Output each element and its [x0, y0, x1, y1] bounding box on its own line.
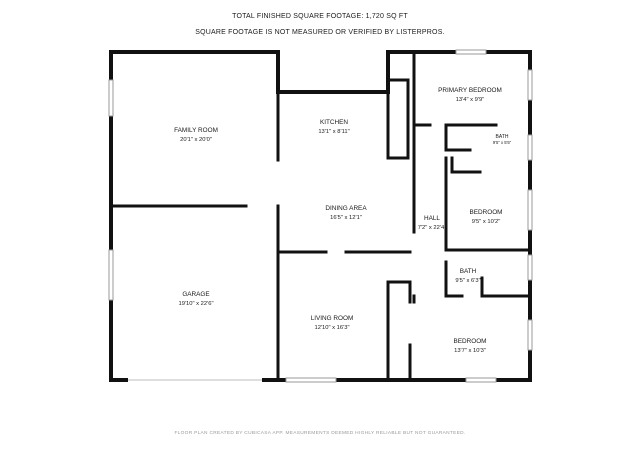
bath-2-label: BATH [460, 268, 477, 275]
kitchen-dimensions: 13'1" x 8'11" [318, 129, 349, 135]
bedroom-3-dimensions: 13'7" x 10'3" [454, 348, 486, 354]
floor-plan-credit: FLOOR PLAN CREATED BY CUBICASA APP. MEAS… [174, 431, 466, 436]
hall-dimensions: 7'2" x 22'4" [418, 225, 447, 231]
primary-bath-dimensions: 9'5" x 5'5" [493, 140, 512, 145]
family-room-label: FAMILY ROOM [174, 127, 218, 134]
hall-label: HALL [424, 215, 440, 222]
floor-plan: FAMILY ROOM 20'1" x 20'0" KITCHEN 13'1" … [108, 49, 533, 383]
bath-2-dimensions: 9'5" x 6'3" [455, 278, 480, 284]
primary-bedroom-label: PRIMARY BEDROOM [438, 87, 502, 94]
bedroom-3-label: BEDROOM [453, 338, 486, 345]
kitchen-label: KITCHEN [320, 119, 348, 126]
bedroom-2-label: BEDROOM [469, 209, 502, 216]
living-room-label: LIVING ROOM [311, 315, 354, 322]
primary-bedroom-dimensions: 13'4" x 9'9" [456, 97, 485, 103]
dining-area-label: DINING AREA [325, 205, 367, 212]
bedroom-2-dimensions: 9'5" x 10'2" [472, 219, 501, 225]
garage-dimensions: 19'10" x 22'6" [178, 301, 213, 307]
living-room-dimensions: 12'10" x 16'3" [314, 325, 349, 331]
garage-label: GARAGE [182, 291, 209, 298]
family-room-dimensions: 20'1" x 20'0" [180, 137, 212, 143]
dining-area-dimensions: 16'5" x 12'1" [330, 215, 362, 221]
